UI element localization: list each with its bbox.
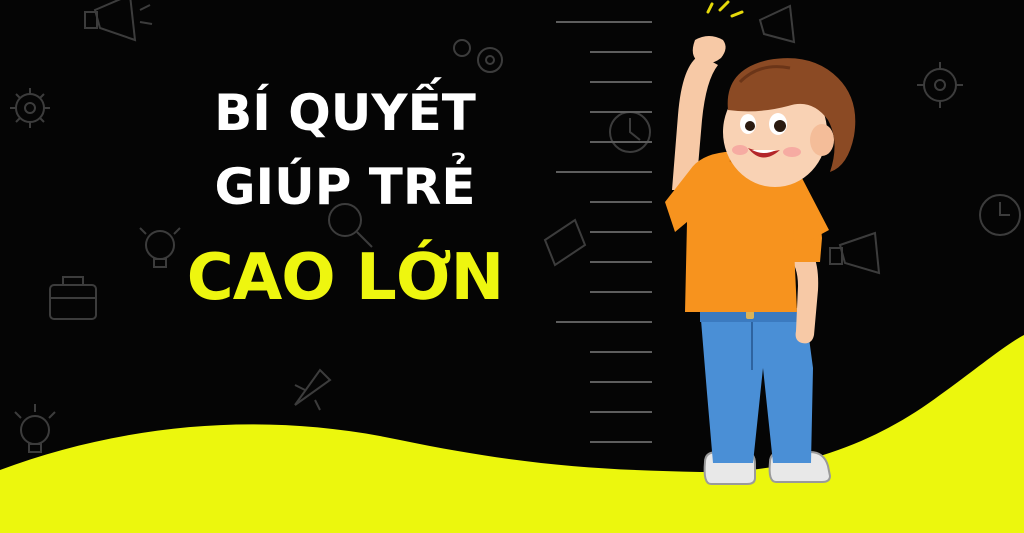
boy-head [723,58,856,187]
boy-illustration [665,0,856,485]
sparkle-icon [706,0,744,18]
hero-banner: BÍ QUYẾT GIÚP TRẺ CAO LỚN [0,0,1024,533]
